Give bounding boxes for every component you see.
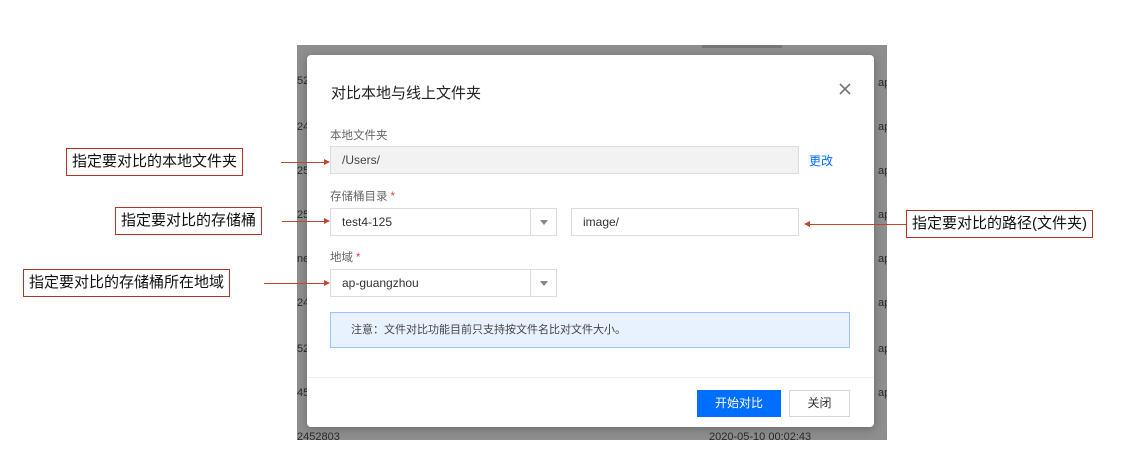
path-input[interactable]: image/ [571,208,799,236]
background-cell: ap [878,165,887,177]
notice-banner: 注意：文件对比功能目前只支持按文件名比对文件大小。 [330,312,850,348]
close-button[interactable]: 关闭 [789,390,850,417]
callout-arrow [282,221,324,222]
background-cell: ap [878,209,887,221]
background-cell: ap [878,343,887,355]
arrow-right-icon [324,159,330,165]
region-label: 地域 * [330,249,360,265]
required-mark: * [356,252,361,264]
background-cell: 2452803 [297,431,340,440]
chevron-down-icon[interactable] [530,270,556,296]
background-cell: ap [878,121,887,133]
start-compare-button[interactable]: 开始对比 [697,390,781,417]
bucket-dir-label: 存储桶目录 * [330,188,395,204]
callout-path: 指定要对比的路径(文件夹) [906,210,1093,238]
local-folder-label: 本地文件夹 [330,130,388,142]
background-cell: ap [878,387,887,399]
local-folder-input[interactable]: /Users/ [330,146,799,174]
dialog-title: 对比本地与线上文件夹 [331,85,482,102]
background-cell: ap [878,77,887,89]
region-label-text: 地域 [330,252,353,264]
callout-bucket: 指定要对比的存储桶 [115,207,263,235]
required-mark: * [390,191,395,203]
region-select-value: ap-guangzhou [342,276,419,290]
callout-arrow [810,224,906,225]
bucket-select[interactable]: test4-125 [330,208,557,236]
callout-arrow [264,283,324,284]
change-folder-link[interactable]: 更改 [809,152,833,169]
background-divider [702,45,782,48]
compare-folder-dialog: 对比本地与线上文件夹 本地文件夹 /Users/ 更改 存储桶目录 * test4… [307,55,874,427]
arrow-right-icon [324,280,330,286]
chevron-down-icon[interactable] [530,209,556,235]
arrow-right-icon [324,218,330,224]
background-cell: 2020-05-10 00:02:43 [709,431,812,440]
region-select[interactable]: ap-guangzhou [330,269,557,297]
bucket-select-value: test4-125 [342,215,393,229]
background-cell: ap [878,297,887,309]
footer-divider [307,377,874,378]
close-icon[interactable] [837,81,853,97]
bucket-dir-label-text: 存储桶目录 [330,191,388,203]
callout-local-folder: 指定要对比的本地文件夹 [66,148,244,176]
callout-arrow [281,162,324,163]
callout-region: 指定要对比的存储桶所在地域 [23,269,231,297]
background-cell: ap [878,253,887,265]
